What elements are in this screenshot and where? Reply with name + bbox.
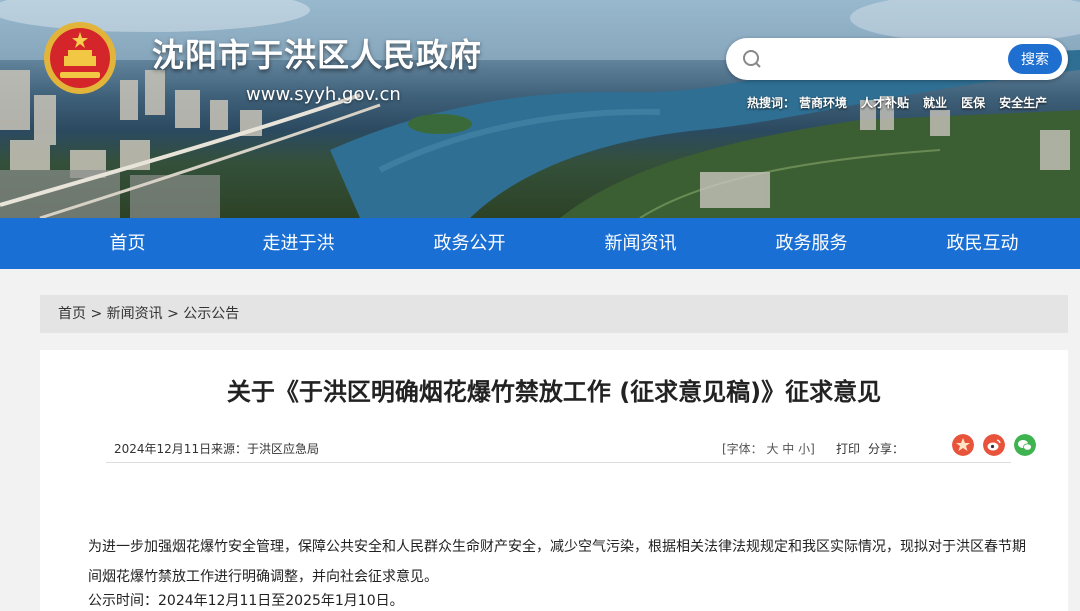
nav-item-home[interactable]: 首页 bbox=[42, 218, 213, 269]
article-paragraph-2: 公示时间：2024年12月11日至2025年1月10日。 bbox=[88, 593, 404, 609]
hot-word-yingshang[interactable]: 营商环境 bbox=[799, 96, 847, 110]
article-meta: 2024年12月11日 来源：于洪区应急局 [字体： 大 中 小] 打印 分享： bbox=[106, 432, 1036, 463]
search-button[interactable]: 搜索 bbox=[1008, 44, 1062, 74]
article-date: 2024年12月11日 bbox=[114, 442, 212, 456]
font-size-control[interactable]: [字体： 大 中 小] bbox=[722, 440, 815, 457]
nav-item-interaction[interactable]: 政民互动 bbox=[897, 218, 1068, 269]
share-weibo-icon[interactable] bbox=[983, 434, 1005, 456]
article-source: 来源：于洪区应急局 bbox=[211, 442, 320, 456]
share-wechat-icon[interactable] bbox=[1014, 434, 1036, 456]
search-icon bbox=[743, 50, 761, 68]
search-input[interactable] bbox=[772, 46, 1006, 74]
article-title: 关于《于洪区明确烟花爆竹禁放工作 (征求意见稿)》征求意见 bbox=[226, 378, 882, 406]
hot-word-rencai[interactable]: 人才补贴 bbox=[861, 96, 909, 110]
hot-search-label: 热搜词： bbox=[747, 96, 796, 110]
breadcrumb-text[interactable]: 首页 > 新闻资讯 > 公示公告 bbox=[40, 306, 239, 322]
nav-item-gov-open[interactable]: 政务公开 bbox=[384, 218, 555, 269]
header-banner: 沈阳市于洪区人民政府 www.syyh.gov.cn 搜索 热搜词： 营商环境 人才… bbox=[0, 0, 1080, 218]
hot-word-jiuye[interactable]: 就业 bbox=[923, 96, 947, 110]
national-emblem-icon bbox=[42, 20, 118, 96]
hot-search-words: 热搜词： 营商环境 人才补贴 就业 医保 安全生产 bbox=[747, 94, 1061, 111]
hot-word-yibao[interactable]: 医保 bbox=[961, 96, 985, 110]
breadcrumb: 首页 > 新闻资讯 > 公示公告 bbox=[40, 295, 1068, 333]
main-nav: 首页 走进于洪 政务公开 新闻资讯 政务服务 政民互动 bbox=[0, 218, 1080, 269]
share-qq-icon[interactable] bbox=[952, 434, 974, 456]
search-box: 搜索 bbox=[726, 38, 1068, 80]
nav-item-services[interactable]: 政务服务 bbox=[726, 218, 897, 269]
nav-item-about[interactable]: 走进于洪 bbox=[213, 218, 384, 269]
article-container: 关于《于洪区明确烟花爆竹禁放工作 (征求意见稿)》征求意见 2024年12月11… bbox=[40, 350, 1068, 611]
article-paragraph-1: 为进一步加强烟花爆竹安全管理，保障公共安全和人民群众生命财产安全，减少空气污染，… bbox=[88, 539, 1026, 585]
share-label: 分享： bbox=[868, 442, 905, 456]
site-title: 沈阳市于洪区人民政府 bbox=[152, 36, 483, 74]
hot-word-anquan[interactable]: 安全生产 bbox=[999, 96, 1047, 110]
site-url[interactable]: www.syyh.gov.cn bbox=[246, 84, 401, 105]
nav-item-news[interactable]: 新闻资讯 bbox=[555, 218, 726, 269]
print-button[interactable]: 打印 bbox=[836, 440, 860, 457]
